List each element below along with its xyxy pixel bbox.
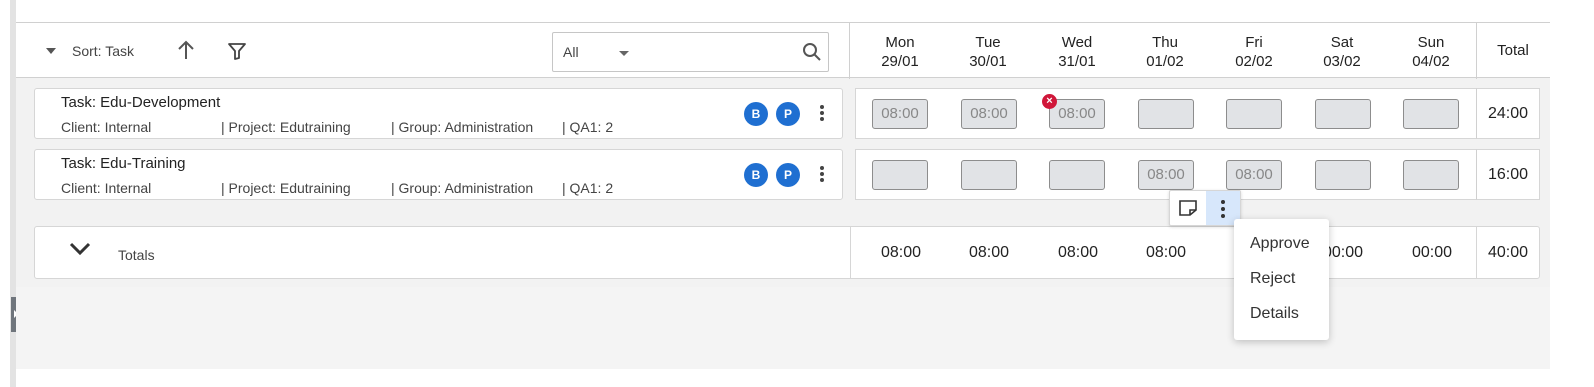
menu-item-reject[interactable]: Reject bbox=[1250, 270, 1295, 288]
day-name: Tue bbox=[975, 34, 1001, 51]
timesheet-header: Sort: Task All Mon 29/01 Tue 30/01 Wed 3… bbox=[16, 22, 1550, 79]
hour-input-mon[interactable]: 08:00 bbox=[872, 99, 928, 129]
hour-input-thu[interactable] bbox=[1138, 99, 1194, 129]
filter-search-input[interactable]: All bbox=[552, 32, 829, 72]
sort-label[interactable]: Sort: Task bbox=[72, 43, 134, 59]
hour-input-sat[interactable] bbox=[1315, 160, 1371, 190]
day-header-tue: Tue 30/01 bbox=[953, 33, 1023, 71]
total-header: Total bbox=[1497, 42, 1529, 59]
total-sun: 00:00 bbox=[1411, 244, 1453, 261]
day-header-mon: Mon 29/01 bbox=[865, 33, 935, 71]
day-name: Mon bbox=[885, 34, 915, 51]
error-icon[interactable]: × bbox=[1042, 94, 1057, 109]
hour-input-wed[interactable] bbox=[1049, 160, 1105, 190]
day-name: Thu bbox=[1152, 34, 1178, 51]
badge-b[interactable]: B bbox=[744, 102, 768, 126]
note-icon[interactable] bbox=[1178, 199, 1198, 217]
search-icon[interactable] bbox=[802, 42, 822, 62]
task-title: Task: Edu-Development bbox=[61, 94, 221, 111]
total-mon: 08:00 bbox=[880, 244, 922, 261]
hour-input-fri[interactable] bbox=[1226, 99, 1282, 129]
hour-input-wed[interactable]: 08:00 bbox=[1049, 99, 1105, 129]
week-hours-row: 08:00 08:00 08:00 bbox=[855, 88, 1540, 139]
menu-item-approve[interactable]: Approve bbox=[1250, 235, 1310, 253]
totals-label: Totals bbox=[118, 247, 155, 263]
day-header-sat: Sat 03/02 bbox=[1307, 33, 1377, 71]
day-date: 01/02 bbox=[1146, 53, 1184, 70]
day-header-thu: Thu 01/02 bbox=[1130, 33, 1200, 71]
task-title: Task: Edu-Training bbox=[61, 155, 186, 172]
context-menu: Approve Reject Details bbox=[1234, 219, 1329, 340]
task-project: | Project: Edutraining bbox=[221, 119, 351, 135]
hour-input-tue[interactable]: 08:00 bbox=[961, 99, 1017, 129]
header-divider bbox=[849, 23, 850, 79]
day-date: 02/02 bbox=[1235, 53, 1273, 70]
day-date: 29/01 bbox=[881, 53, 919, 70]
task-row-edu-development[interactable]: Task: Edu-Development Client: Internal |… bbox=[34, 88, 843, 139]
badge-p[interactable]: P bbox=[776, 102, 800, 126]
badge-b[interactable]: B bbox=[744, 163, 768, 187]
kebab-menu-icon bbox=[1206, 191, 1240, 218]
day-header-wed: Wed 31/01 bbox=[1042, 33, 1112, 71]
task-client: Client: Internal bbox=[61, 119, 152, 135]
day-date: 30/01 bbox=[969, 53, 1007, 70]
day-name: Wed bbox=[1061, 34, 1093, 51]
arrow-up-icon[interactable] bbox=[176, 39, 196, 61]
menu-item-details[interactable]: Details bbox=[1250, 305, 1299, 323]
day-date: 04/02 bbox=[1412, 53, 1450, 70]
day-name: Fri bbox=[1245, 34, 1263, 51]
task-client: Client: Internal bbox=[61, 180, 152, 196]
total-wed: 08:00 bbox=[1057, 244, 1099, 261]
row-total: 16:00 bbox=[1476, 149, 1540, 200]
task-group: | Group: Administration bbox=[391, 119, 534, 135]
sort-caret-icon[interactable] bbox=[46, 48, 56, 54]
total-thu: 08:00 bbox=[1145, 244, 1187, 261]
chevron-down-icon[interactable] bbox=[69, 241, 91, 257]
row-total: 24:00 bbox=[1476, 88, 1540, 139]
hour-input-sat[interactable] bbox=[1315, 99, 1371, 129]
hour-input-tue[interactable] bbox=[961, 160, 1017, 190]
kebab-menu-icon[interactable] bbox=[814, 103, 830, 125]
hour-input-thu[interactable]: 08:00 bbox=[1138, 160, 1194, 190]
filter-icon[interactable] bbox=[227, 41, 247, 61]
task-row-edu-training[interactable]: Task: Edu-Training Client: Internal | Pr… bbox=[34, 149, 843, 200]
day-header-sun: Sun 04/02 bbox=[1396, 33, 1466, 71]
filter-select-value[interactable]: All bbox=[563, 44, 579, 60]
totals-divider bbox=[850, 227, 851, 278]
task-group: | Group: Administration bbox=[391, 180, 534, 196]
chevron-down-icon[interactable] bbox=[619, 51, 629, 56]
hour-input-mon[interactable] bbox=[872, 160, 928, 190]
hour-input-sun[interactable] bbox=[1403, 99, 1459, 129]
badge-p[interactable]: P bbox=[776, 163, 800, 187]
day-date: 03/02 bbox=[1323, 53, 1361, 70]
grand-total: 40:00 bbox=[1487, 244, 1529, 261]
day-header-fri: Fri 02/02 bbox=[1219, 33, 1289, 71]
task-qa: | QA1: 2 bbox=[562, 180, 614, 196]
hour-input-sun[interactable] bbox=[1403, 160, 1459, 190]
task-qa: | QA1: 2 bbox=[562, 119, 614, 135]
day-date: 31/01 bbox=[1058, 53, 1096, 70]
day-name: Sat bbox=[1330, 34, 1354, 51]
cell-action-toolbar bbox=[1169, 190, 1241, 226]
hour-input-fri[interactable]: 08:00 bbox=[1226, 160, 1282, 190]
total-tue: 08:00 bbox=[968, 244, 1010, 261]
day-name: Sun bbox=[1417, 34, 1445, 51]
kebab-menu-icon[interactable] bbox=[814, 164, 830, 186]
task-project: | Project: Edutraining bbox=[221, 180, 351, 196]
